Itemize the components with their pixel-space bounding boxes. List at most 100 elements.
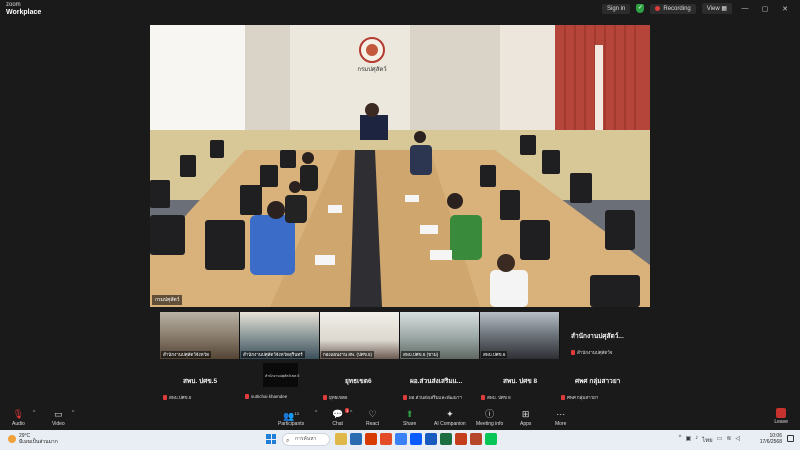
camera-icon[interactable]: ▣ xyxy=(686,435,692,445)
recording-label: Recording xyxy=(663,5,691,12)
participants-icon: 👥13 xyxy=(283,411,299,421)
titlebar-controls: Sign in ✓ Recording View ▦ — ▢ ✕ xyxy=(602,3,792,14)
zoom-logo: zoom Workplace xyxy=(6,2,41,16)
edge-browser-icon[interactable] xyxy=(350,433,362,445)
participant-thumbnail[interactable]: สพบ.ปศข.6 xyxy=(480,312,560,359)
participant-name: สพบ. ปศข 8 xyxy=(481,394,511,401)
participant-thumbnail[interactable]: กองแผนงาน สพ. (ปศข.5) xyxy=(320,312,400,359)
mic-muted-icon: 🎙 xyxy=(12,409,25,419)
participant-name-text: สพบ.ปศข.5 xyxy=(169,395,192,400)
video-label: Video xyxy=(52,421,65,427)
leave-button[interactable]: Leave xyxy=(774,408,788,425)
audio-options-caret-icon[interactable]: ^ xyxy=(33,410,35,416)
system-tray: ^ ▣ ♪ ไทย ▭ ≋ ◁ xyxy=(679,435,740,445)
close-icon[interactable]: ✕ xyxy=(778,5,792,13)
participants-count: 13 xyxy=(294,411,299,416)
taskbar-apps xyxy=(335,433,497,445)
participant-thumbnail[interactable]: สำนักงานปศุสัตว์จังหวัดสุรินทร์ xyxy=(240,312,320,359)
video-button[interactable]: ▭ Video xyxy=(52,408,65,427)
recording-indicator[interactable]: Recording xyxy=(650,3,696,14)
react-button[interactable]: ♡ React xyxy=(366,408,379,427)
minimize-icon[interactable]: — xyxy=(738,5,752,12)
participant-title: สพบ. ปศข.5 xyxy=(183,378,218,385)
react-label: React xyxy=(366,421,380,427)
sparkle-icon: ✦ xyxy=(446,409,454,419)
side-tile-name: สำนักงานปศุสัตว์จ xyxy=(571,349,612,356)
title-bar: zoom Workplace Sign in ✓ Recording View … xyxy=(0,0,800,18)
view-button[interactable]: View ▦ xyxy=(701,3,732,14)
meeting-info-button[interactable]: ⓘ Meeting info xyxy=(476,408,503,427)
photos-icon[interactable] xyxy=(395,433,407,445)
more-button[interactable]: ⋯ More xyxy=(555,408,566,427)
participant-tile[interactable]: ยุทธเขต6 ยุทธเขต6 xyxy=(318,376,398,406)
heart-icon: ♡ xyxy=(368,409,377,419)
apps-button[interactable]: ⊞ Apps xyxy=(520,408,531,427)
taskbar-clock[interactable]: 10:06 17/6/2568 xyxy=(760,433,782,445)
chrome-icon[interactable] xyxy=(380,433,392,445)
chat-icon: 💬 xyxy=(332,409,344,419)
participant-tile[interactable]: สพบ. ปศข.5 สพบ.ปศข.5 xyxy=(155,376,245,406)
participant-name-text: ผอ.ส่วนส่งเสริมและพัฒนาฯ xyxy=(409,395,462,400)
participant-title: ศพศ กลุ่มสาวยา xyxy=(575,378,621,385)
volume-icon[interactable]: ◁ xyxy=(735,435,740,445)
participant-tile[interactable]: ผอ.ส่วนส่งเสริมแ... ผอ.ส่วนส่งเสริมและพั… xyxy=(398,376,478,406)
app-icon[interactable] xyxy=(470,433,482,445)
ai-companion-button[interactable]: ✦ AI Companion xyxy=(434,408,466,427)
zoom-app-icon[interactable] xyxy=(410,433,422,445)
participant-thumbnail[interactable]: สพบ.ปศข.6 (ขาม) xyxy=(400,312,480,359)
participants-button[interactable]: 👥13 Participants xyxy=(278,408,304,427)
language-indicator[interactable]: ไทย xyxy=(702,435,713,445)
sign-in-button[interactable]: Sign in xyxy=(602,3,631,14)
participant-name: ผอ.ส่วนส่งเสริมและพัฒนาฯ xyxy=(403,394,462,401)
participants-label: Participants xyxy=(278,421,305,427)
notification-icon[interactable] xyxy=(787,435,794,442)
main-video[interactable]: กรมปศุสัตว์ กรมปศุสัตว์ xyxy=(150,25,650,307)
weather-condition: มีเมฆเป็นส่วนมาก xyxy=(19,439,58,445)
record-dot-icon xyxy=(655,6,661,11)
meeting-toolbar: 🎙 Audio ^ ▭ Video ^ 👥13 Participants ^ 💬… xyxy=(0,406,800,430)
excel-icon[interactable] xyxy=(440,433,452,445)
main-video-name: กรมปศุสัตว์ xyxy=(152,295,183,305)
participant-name: suttichai khamdee xyxy=(245,394,287,399)
wifi-icon[interactable]: ≋ xyxy=(726,435,731,445)
chat-button[interactable]: 💬 1 Chat xyxy=(332,408,350,427)
participant-name: ยุทธเขต6 xyxy=(323,394,347,401)
video-strip: สำนักงานปศุสัตว์จังหวัด สำนักงานปศุสัตว์… xyxy=(160,312,560,359)
info-icon: ⓘ xyxy=(485,409,495,419)
mic-icon[interactable]: ♪ xyxy=(695,435,698,445)
chat-badge: 1 xyxy=(345,408,350,413)
ai-companion-label: AI Companion xyxy=(434,421,466,427)
participant-tile[interactable]: สพบ. ปศข 8 สพบ. ปศข 8 xyxy=(478,376,558,406)
line-icon[interactable] xyxy=(485,433,497,445)
meeting-info-label: Meeting info xyxy=(476,421,504,427)
word-icon[interactable] xyxy=(425,433,437,445)
side-tile-title[interactable]: สำนักงานปศุสัตว์... xyxy=(571,331,624,341)
participant-tile[interactable]: ศพศ กลุ่มสาวยา ศพศ กลุ่มสาวยา xyxy=(558,376,653,406)
conference-room-image: กรมปศุสัตว์ xyxy=(150,25,650,307)
windows-start-icon[interactable] xyxy=(266,434,276,444)
search-placeholder: การค้นหา xyxy=(295,436,317,442)
mic-muted-icon xyxy=(323,395,327,400)
participants-caret-icon[interactable]: ^ xyxy=(315,410,317,416)
brand-bottom: Workplace xyxy=(6,9,42,16)
search-icon: ⌕ xyxy=(286,438,290,444)
taskbar-search[interactable]: ⌕ การค้นหา xyxy=(282,433,330,446)
participant-thumbnail[interactable]: สำนักงานปศุสัตว์จังหวัด xyxy=(160,312,240,359)
video-options-caret-icon[interactable]: ^ xyxy=(72,410,74,416)
share-icon: ⬆ xyxy=(405,409,414,419)
side-tile-name-text: สำนักงานปศุสัตว์จ xyxy=(577,350,613,355)
chat-caret-icon[interactable]: ^ xyxy=(350,410,352,416)
weather-widget[interactable]: 29°C มีเมฆเป็นส่วนมาก xyxy=(8,433,58,445)
thumbnail-label: สพบ.ปศข.6 (ขาม) xyxy=(401,351,441,358)
store-icon[interactable] xyxy=(365,433,377,445)
file-explorer-icon[interactable] xyxy=(335,433,347,445)
share-button[interactable]: ⬆ Share xyxy=(403,408,416,427)
powerpoint-icon[interactable] xyxy=(455,433,467,445)
chevron-up-icon[interactable]: ^ xyxy=(679,435,682,445)
maximize-icon[interactable]: ▢ xyxy=(758,5,772,13)
audio-button[interactable]: 🎙 Audio xyxy=(12,408,25,427)
shield-icon[interactable]: ✓ xyxy=(636,4,645,13)
clock-date: 17/6/2568 xyxy=(759,439,782,445)
display-icon[interactable]: ▭ xyxy=(717,435,723,445)
thumbnail-label: สำนักงานปศุสัตว์จังหวัดสุรินทร์ xyxy=(241,351,305,358)
